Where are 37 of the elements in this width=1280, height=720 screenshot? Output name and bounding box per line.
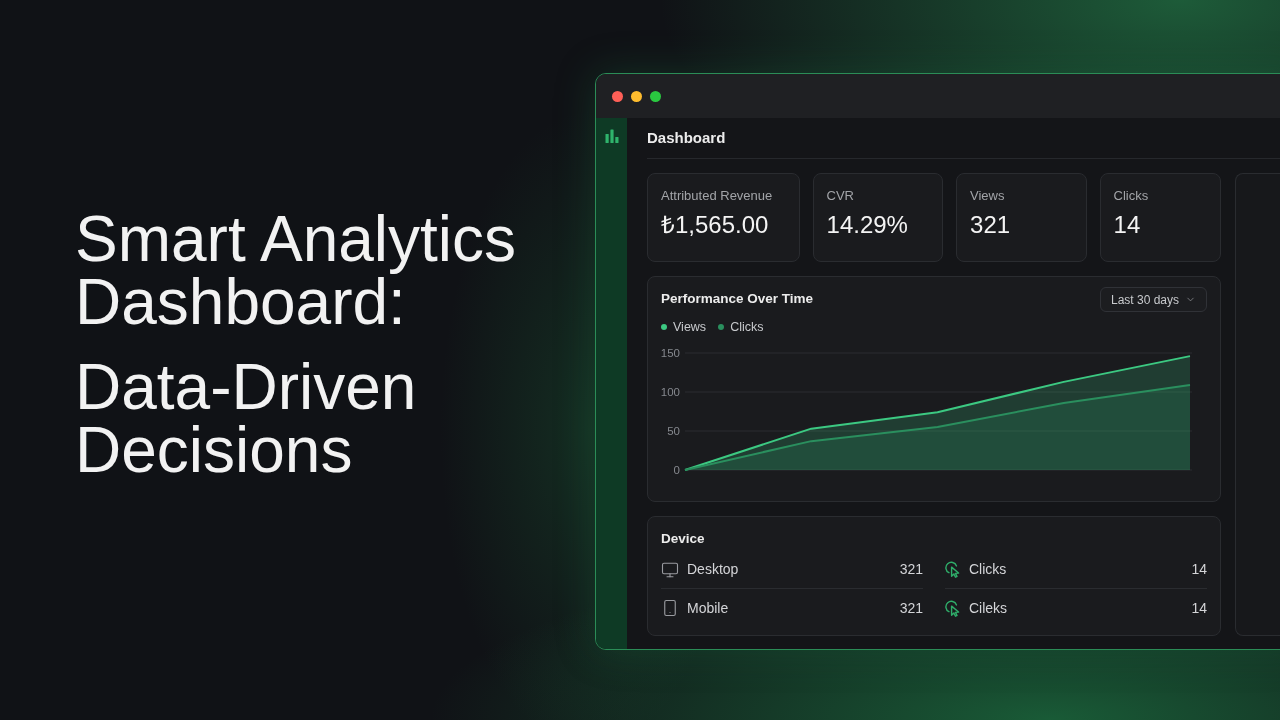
- headline-subtitle: Data-Driven Decisions: [75, 356, 418, 482]
- stat-label: Attributed Revenue: [661, 187, 774, 205]
- stat-label: CVR: [826, 187, 855, 205]
- stat-label: Views: [970, 187, 1006, 205]
- legend-label: Views: [673, 318, 707, 336]
- device-count: 321: [899, 560, 923, 579]
- headline-title: Smart Analytics Dashboard:: [75, 208, 518, 334]
- page-title: Dashboard: [647, 127, 726, 148]
- phone-icon: [661, 599, 679, 617]
- device-label: Mobile: [687, 598, 730, 618]
- stat-label: Clicks: [1113, 187, 1150, 205]
- maximize-button[interactable]: [650, 90, 661, 102]
- device-count: 321: [899, 598, 923, 618]
- stat-value: 321: [970, 210, 1012, 240]
- metric-count: 14: [1191, 598, 1207, 618]
- minimize-button[interactable]: [631, 90, 642, 102]
- y-tick-label: 50: [667, 425, 680, 437]
- chart-title: Performance Over Time: [661, 290, 814, 309]
- y-tick-label: 100: [660, 386, 680, 398]
- cursor-click-icon: [945, 599, 961, 617]
- device-label: Desktop: [687, 560, 740, 579]
- stat-value: 14: [1113, 210, 1142, 240]
- monitor-icon: [661, 560, 679, 579]
- bar-chart-icon[interactable]: [604, 129, 619, 143]
- y-tick-label: 0: [673, 464, 680, 476]
- metric-count: 14: [1191, 560, 1207, 579]
- date-range-dropdown[interactable]: Last 30 days: [1099, 287, 1207, 312]
- stat-value: ₺1,565.00: [661, 210, 770, 240]
- stat-value: 14.29%: [826, 210, 909, 240]
- metric-label: Clicks: [969, 560, 1008, 579]
- y-tick-label: 150: [660, 347, 680, 359]
- area-chart: 0 50 100 150: [661, 343, 1208, 483]
- cursor-click-icon: [945, 561, 961, 578]
- metric-label: Cileks: [969, 598, 1009, 618]
- close-button[interactable]: [612, 90, 623, 102]
- legend-label: Clicks: [730, 318, 764, 336]
- panel-title: Device: [661, 530, 706, 548]
